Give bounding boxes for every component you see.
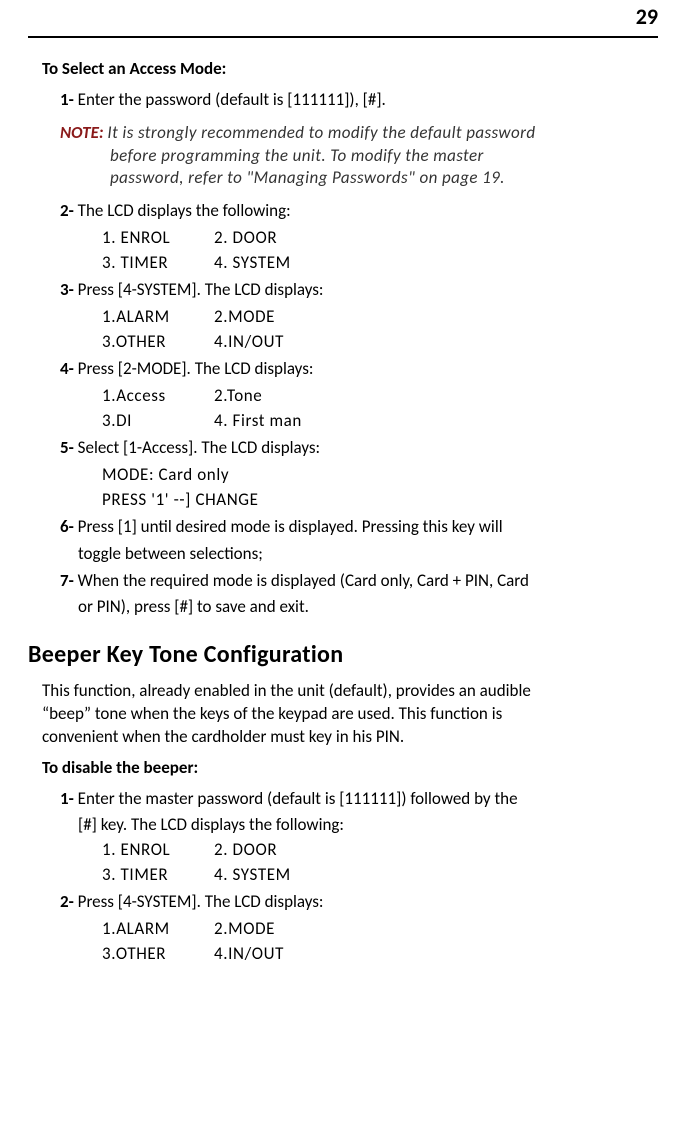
step-5: 5-Select [1-Access]. The LCD displays: — [60, 437, 658, 460]
lcd-cell: PRESS '1' --] CHANGE — [102, 489, 314, 512]
step-3: 3-Press [4-SYSTEM]. The LCD displays: — [60, 279, 658, 302]
step-text: Press [2-MODE]. The LCD displays: — [78, 358, 314, 379]
note-line2: before programming the unit. To modify t… — [110, 145, 658, 168]
section-title-disable-beeper: To disable the beeper: — [42, 757, 658, 780]
step-number: 6- — [60, 516, 78, 537]
intro-line: “beep” tone when the keys of the keypad … — [42, 703, 502, 724]
intro-line: This function, already enabled in the un… — [42, 680, 531, 701]
lcd-cell: 2.Tone — [214, 385, 326, 408]
step-b1: 1-Enter the master password (default is … — [60, 788, 658, 811]
step-text: Press [4-SYSTEM]. The LCD displays: — [78, 279, 324, 300]
step-cont: or PIN), press [#] to save and exit. — [78, 596, 658, 619]
lcd-cell: MODE: Card only — [102, 464, 314, 487]
lcd-row: 3. TIMER4. SYSTEM — [102, 864, 658, 887]
lcd-cell: 3.OTHER — [102, 943, 214, 966]
step-text: Enter the master password (default is [1… — [78, 788, 518, 809]
lcd-cell: 1.ALARM — [102, 918, 214, 941]
lcd-row: 3.DI4. First man — [102, 410, 658, 433]
step-number: 3- — [60, 279, 78, 300]
lcd-cell: 2. DOOR — [214, 839, 326, 862]
lcd-row: 3. TIMER4. SYSTEM — [102, 252, 658, 275]
lcd-cell: 1. ENROL — [102, 227, 214, 250]
lcd-cell: 2.MODE — [214, 306, 326, 329]
lcd-cell: 3. TIMER — [102, 864, 214, 887]
step-number: 7- — [60, 570, 78, 591]
note-line3: password, refer to "Managing Passwords" … — [110, 167, 658, 190]
section-title-access-mode: To Select an Access Mode: — [42, 58, 658, 81]
lcd-cell: 4.IN/OUT — [214, 943, 326, 966]
page-number: 29 — [636, 3, 658, 30]
lcd-cell: 4. SYSTEM — [214, 864, 326, 887]
lcd-cell: 1. ENROL — [102, 839, 214, 862]
lcd-cell: 1.Access — [102, 385, 214, 408]
step-cont: toggle between selections; — [78, 543, 658, 566]
lcd-cell: 3. TIMER — [102, 252, 214, 275]
step-7: 7-When the required mode is displayed (C… — [60, 570, 658, 593]
step-1: 1-Enter the password (default is [111111… — [60, 89, 658, 112]
step-text: Press [1] until desired mode is displaye… — [78, 516, 503, 537]
page: 29 To Select an Access Mode: 1-Enter the… — [0, 0, 686, 1008]
step-number: 1- — [60, 89, 78, 110]
lcd-row: MODE: Card only — [102, 464, 658, 487]
step-text: Press [4-SYSTEM]. The LCD displays: — [78, 891, 324, 912]
lcd-row: 1.ALARM2.MODE — [102, 306, 658, 329]
lcd-cell: 4.IN/OUT — [214, 331, 326, 354]
step-number: 4- — [60, 358, 78, 379]
step-text: The LCD displays the following: — [78, 200, 291, 221]
page-number-bar: 29 — [28, 0, 658, 38]
step-text: Select [1-Access]. The LCD displays: — [78, 437, 320, 458]
lcd-row: 3.OTHER4.IN/OUT — [102, 943, 658, 966]
step-4: 4-Press [2-MODE]. The LCD displays: — [60, 358, 658, 381]
step-text: Enter the password (default is [111111])… — [78, 89, 386, 110]
step-2: 2-The LCD displays the following: — [60, 200, 658, 223]
lcd-row: 1.Access2.Tone — [102, 385, 658, 408]
step-b2: 2-Press [4-SYSTEM]. The LCD displays: — [60, 891, 658, 914]
step-number: 5- — [60, 437, 78, 458]
lcd-cell: 4. SYSTEM — [214, 252, 326, 275]
step-cont: [#] key. The LCD displays the following: — [78, 814, 658, 837]
page-content: To Select an Access Mode: 1-Enter the pa… — [28, 58, 658, 966]
lcd-cell: 4. First man — [214, 410, 326, 433]
lcd-cell: 1.ALARM — [102, 306, 214, 329]
lcd-cell: 3.OTHER — [102, 331, 214, 354]
note-line1: It is strongly recommended to modify the… — [107, 122, 535, 143]
note-label: NOTE: — [60, 122, 104, 143]
lcd-cell: 2. DOOR — [214, 227, 326, 250]
note-block: NOTE: It is strongly recommended to modi… — [60, 122, 658, 191]
lcd-row: 1. ENROL2. DOOR — [102, 839, 658, 862]
section-heading-beeper: Beeper Key Tone Configuration — [28, 639, 658, 671]
intro-paragraph: This function, already enabled in the un… — [42, 680, 658, 749]
step-number: 1- — [60, 788, 78, 809]
step-text: When the required mode is displayed (Car… — [78, 570, 529, 591]
lcd-row: 3.OTHER4.IN/OUT — [102, 331, 658, 354]
lcd-cell: 3.DI — [102, 410, 214, 433]
lcd-row: 1.ALARM2.MODE — [102, 918, 658, 941]
lcd-row: PRESS '1' --] CHANGE — [102, 489, 658, 512]
lcd-cell: 2.MODE — [214, 918, 326, 941]
intro-line: convenient when the cardholder must key … — [42, 726, 404, 747]
step-number: 2- — [60, 891, 78, 912]
step-number: 2- — [60, 200, 78, 221]
lcd-row: 1. ENROL2. DOOR — [102, 227, 658, 250]
step-6: 6-Press [1] until desired mode is displa… — [60, 516, 658, 539]
